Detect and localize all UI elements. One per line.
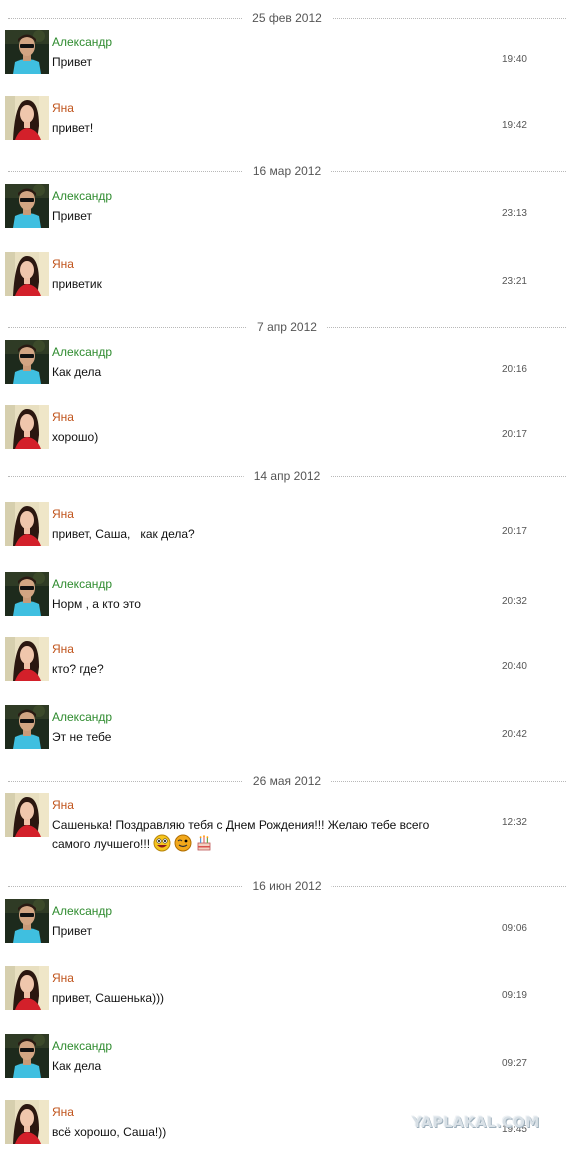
message-text: Норм , а кто это	[52, 597, 141, 611]
date-separator: 25 фев 2012	[8, 11, 566, 25]
birthday-cake-icon	[198, 835, 211, 851]
date-label: 26 мая 2012	[242, 774, 332, 788]
avatar[interactable]	[5, 96, 49, 140]
avatar[interactable]	[5, 252, 49, 296]
message-time: 19:40	[501, 54, 527, 65]
message-time: 20:32	[501, 596, 527, 607]
avatar[interactable]	[5, 405, 49, 449]
date-label: 7 апр 2012	[247, 320, 327, 334]
message-text: Как дела	[52, 365, 102, 379]
author-name[interactable]: Яна	[52, 410, 74, 424]
author-name[interactable]: Александр	[52, 577, 112, 591]
winking-emoticon-icon	[174, 834, 192, 852]
avatar[interactable]	[5, 705, 49, 749]
author-name[interactable]: Яна	[52, 1105, 74, 1119]
date-separator: 16 мар 2012	[8, 164, 566, 178]
date-label: 25 фев 2012	[242, 11, 332, 25]
watermark: YAPLAKAL.COM	[412, 1115, 540, 1131]
author-name[interactable]: Александр	[52, 1039, 112, 1053]
avatar[interactable]	[5, 1100, 49, 1144]
message-time: 20:17	[501, 526, 527, 537]
author-name[interactable]: Александр	[52, 345, 112, 359]
message-text: привет, Саша, как дела?	[52, 527, 195, 541]
message-text: приветик	[52, 277, 102, 291]
avatar[interactable]	[5, 30, 49, 74]
author-name[interactable]: Александр	[52, 189, 112, 203]
avatar[interactable]	[5, 793, 49, 837]
message-time: 19:42	[501, 120, 527, 131]
avatar[interactable]	[5, 572, 49, 616]
date-label: 16 июн 2012	[242, 879, 332, 893]
message-text: Эт не тебе	[52, 730, 112, 744]
message-text: кто? где?	[52, 662, 104, 676]
message-time: 20:40	[501, 661, 527, 672]
laughing-emoticon-icon	[153, 834, 171, 852]
avatar[interactable]	[5, 966, 49, 1010]
message-text: хорошо)	[52, 430, 99, 444]
date-label: 14 апр 2012	[243, 469, 331, 483]
date-separator: 14 апр 2012	[8, 469, 566, 483]
message-time: 23:13	[501, 208, 527, 219]
message-text: Привет	[52, 924, 93, 938]
avatar[interactable]	[5, 502, 49, 546]
message-time: 20:42	[501, 729, 527, 740]
message-time: 23:21	[501, 276, 527, 287]
message-text: всё хорошо, Саша!))	[52, 1125, 167, 1139]
avatar[interactable]	[5, 1034, 49, 1078]
author-name[interactable]: Яна	[52, 642, 74, 656]
message-time: 20:17	[501, 429, 527, 440]
date-separator: 16 июн 2012	[8, 879, 566, 893]
message-text: привет!	[52, 121, 94, 135]
avatar[interactable]	[5, 637, 49, 681]
message-text: привет, Сашенька)))	[52, 991, 165, 1005]
author-name[interactable]: Яна	[52, 257, 74, 271]
date-separator: 7 апр 2012	[8, 320, 566, 334]
message-text: Привет	[52, 209, 93, 223]
message-time: 09:27	[501, 1058, 527, 1069]
author-name[interactable]: Александр	[52, 710, 112, 724]
date-separator: 26 мая 2012	[8, 774, 566, 788]
avatar[interactable]	[5, 899, 49, 943]
author-name[interactable]: Яна	[52, 798, 74, 812]
message-time: 09:19	[501, 990, 527, 1001]
author-name[interactable]: Яна	[52, 507, 74, 521]
message-time: 09:06	[501, 923, 527, 934]
message-text-body: Сашенька! Поздравляю тебя с Днем Рождени…	[52, 818, 430, 851]
author-name[interactable]: Яна	[52, 971, 74, 985]
author-name[interactable]: Александр	[52, 35, 112, 49]
author-name[interactable]: Александр	[52, 904, 112, 918]
message-time: 20:16	[501, 364, 527, 375]
message-text: Сашенька! Поздравляю тебя с Днем Рождени…	[52, 816, 447, 853]
message-time: 12:32	[501, 817, 527, 828]
avatar[interactable]	[5, 184, 49, 228]
message-text: Как дела	[52, 1059, 102, 1073]
author-name[interactable]: Яна	[52, 101, 74, 115]
avatar[interactable]	[5, 340, 49, 384]
date-label: 16 мар 2012	[242, 164, 332, 178]
message-text: Привет	[52, 55, 93, 69]
